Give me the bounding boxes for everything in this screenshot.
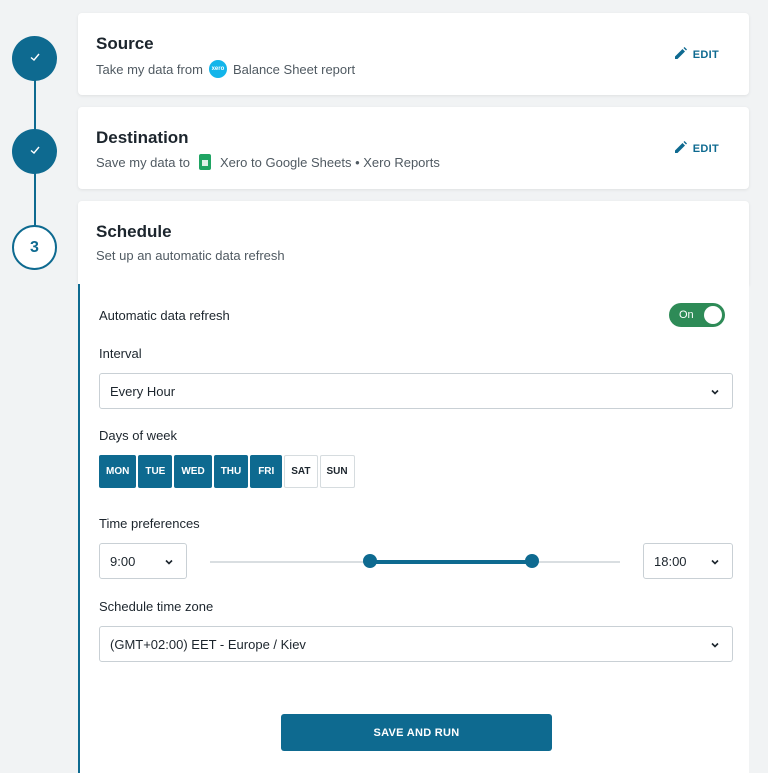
schedule-card: Schedule Set up an automatic data refres… (78, 201, 749, 285)
time-start-select[interactable]: 9:00 (99, 543, 187, 579)
check-icon (29, 50, 41, 68)
google-sheets-icon (198, 154, 211, 170)
time-end-select[interactable]: 18:00 (643, 543, 733, 579)
step-number: 3 (30, 238, 39, 256)
time-end-value: 18:00 (654, 553, 687, 569)
source-title: Source (96, 34, 154, 53)
step-1-complete[interactable] (12, 36, 57, 81)
days-of-week-label: Days of week (99, 428, 178, 443)
day-fri-button[interactable]: FRI (250, 455, 283, 488)
source-edit-button[interactable]: EDIT (674, 47, 719, 63)
auto-refresh-label: Automatic data refresh (99, 308, 230, 323)
day-thu-button[interactable]: THU (213, 455, 249, 488)
timezone-select[interactable]: (GMT+02:00) EET - Europe / Kiev (99, 626, 733, 662)
time-preferences-label: Time preferences (99, 516, 200, 531)
destination-edit-button[interactable]: EDIT (674, 141, 719, 157)
day-sun-button[interactable]: SUN (319, 455, 355, 488)
day-mon-button[interactable]: MON (99, 455, 137, 488)
days-of-week-group: MON TUE WED THU FRI SAT SUN (99, 455, 355, 488)
destination-subtitle-prefix: Save my data to (96, 154, 190, 170)
xero-logo-icon: xero (208, 60, 227, 78)
toggle-knob (704, 306, 722, 324)
chevron-down-icon (710, 385, 720, 400)
toggle-state-label: On (679, 309, 694, 321)
source-subtitle-prefix: Take my data from (96, 61, 203, 77)
source-subtitle: Take my data from xero Balance Sheet rep… (96, 60, 355, 78)
slider-start-handle[interactable] (363, 554, 377, 568)
schedule-subtitle: Set up an automatic data refresh (96, 248, 285, 263)
day-sat-button[interactable]: SAT (284, 455, 318, 488)
step-3-active[interactable]: 3 (12, 225, 57, 270)
step-2-complete[interactable] (12, 129, 57, 174)
destination-title: Destination (96, 128, 189, 147)
day-tue-button[interactable]: TUE (138, 455, 173, 488)
check-icon (29, 143, 41, 161)
timezone-value: (GMT+02:00) EET - Europe / Kiev (110, 636, 306, 652)
save-and-run-button[interactable]: SAVE AND RUN (281, 714, 552, 751)
chevron-down-icon (710, 638, 720, 653)
source-card: Source Take my data from xero Balance Sh… (78, 13, 749, 95)
chevron-down-icon (710, 555, 720, 570)
pencil-icon (674, 141, 687, 157)
schedule-form: Automatic data refresh On Interval Every… (78, 284, 749, 773)
day-wed-button[interactable]: WED (174, 455, 212, 488)
pencil-icon (674, 47, 687, 63)
schedule-title: Schedule (96, 222, 172, 241)
interval-label: Interval (99, 346, 142, 361)
source-report-name: Balance Sheet report (232, 61, 356, 77)
destination-subtitle: Save my data to Xero to Google Sheets • … (96, 154, 440, 170)
interval-select[interactable]: Every Hour (99, 373, 733, 409)
destination-card: Destination Save my data to Xero to Goog… (78, 107, 749, 189)
time-range-slider[interactable] (210, 554, 620, 568)
slider-end-handle[interactable] (525, 554, 539, 568)
slider-range-fill (370, 560, 532, 564)
interval-value: Every Hour (110, 383, 176, 399)
time-start-value: 9:00 (110, 553, 136, 569)
destination-name: Xero to Google Sheets • Xero Reports (219, 154, 440, 170)
destination-edit-label: EDIT (692, 143, 719, 155)
source-edit-label: EDIT (692, 49, 719, 61)
auto-refresh-toggle[interactable]: On (669, 303, 725, 327)
chevron-down-icon (164, 555, 174, 570)
timezone-label: Schedule time zone (99, 599, 214, 614)
